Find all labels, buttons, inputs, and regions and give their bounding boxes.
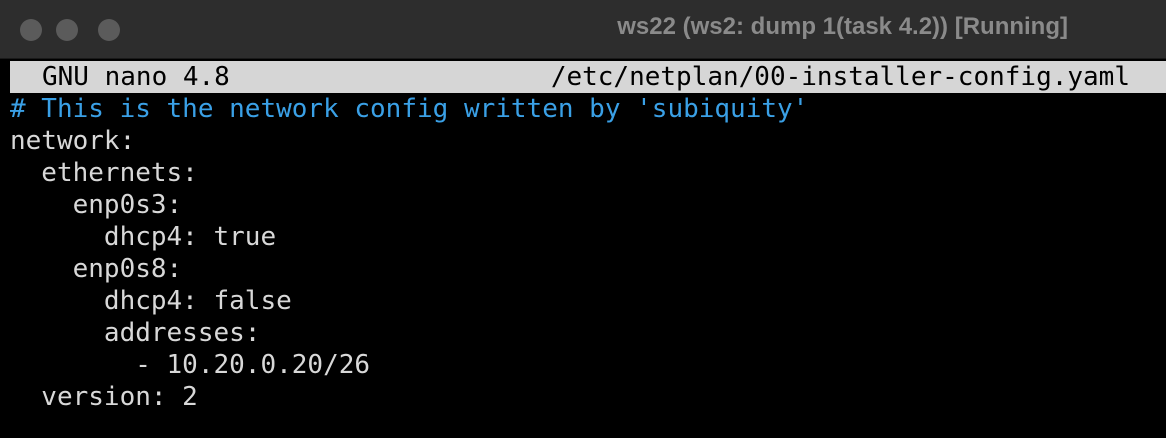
code-line: ethernets: [10,158,198,188]
code-line: addresses: [10,318,261,348]
code-line: enp0s3: [10,190,183,220]
close-button[interactable] [20,19,42,41]
nano-header-bar: GNU nano 4.8 /etc/netplan/00-installer-c… [10,61,1166,93]
code-line: enp0s8: [10,254,183,284]
vm-window: ws22 (ws2: dump 1(task 4.2)) [Running] G… [0,0,1166,438]
code-line: dhcp4: true [10,222,277,252]
code-line-comment: # This is the network config written by … [10,94,809,124]
title-bar[interactable]: ws22 (ws2: dump 1(task 4.2)) [Running] [0,0,1166,59]
window-title: ws22 (ws2: dump 1(task 4.2)) [Running] [617,13,1068,40]
code-line: dhcp4: false [10,286,292,316]
code-line: network: [10,126,136,156]
code-line: - 10.20.0.20/26 [10,350,371,380]
code-line: version: 2 [10,382,198,412]
nano-filename: /etc/netplan/00-installer-config.yaml [550,62,1130,92]
terminal-area[interactable]: GNU nano 4.8 /etc/netplan/00-installer-c… [10,59,1166,438]
minimize-button[interactable] [56,19,78,41]
editor-buffer[interactable]: # This is the network config written by … [10,93,1166,413]
nano-version: GNU nano 4.8 [42,62,230,92]
maximize-button[interactable] [98,19,120,41]
